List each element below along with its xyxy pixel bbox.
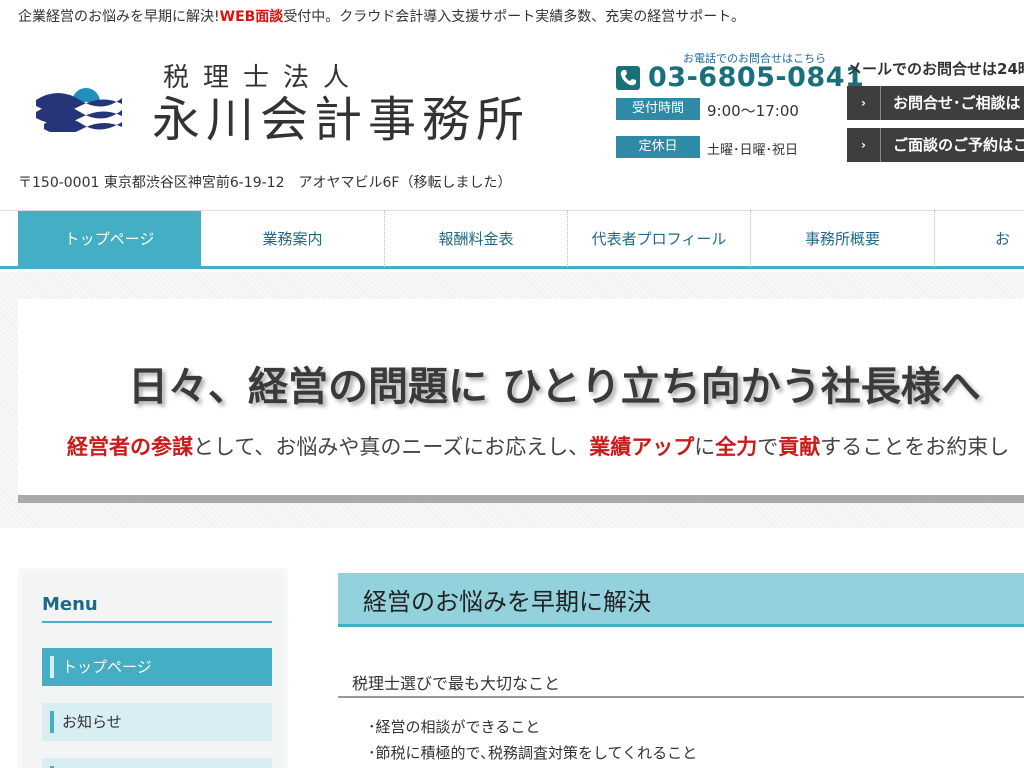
nav-item-services[interactable]: 業務案内 bbox=[201, 211, 385, 267]
sidebar-item-next[interactable] bbox=[42, 758, 272, 768]
announcement-text: 企業経営のお悩みを早期に解決! bbox=[18, 9, 220, 25]
tel-number[interactable]: 03-6805-0841 bbox=[648, 62, 864, 93]
sidebar-item-top[interactable]: トップページ bbox=[42, 648, 272, 686]
sidebar-item-news[interactable]: お知らせ bbox=[42, 703, 272, 741]
announcement-bar: 企業経営のお悩みを早期に解決!WEB面談受付中。クラウド会計導入支援サポート実績… bbox=[18, 6, 745, 26]
hero-sub-text: することをお約束し bbox=[820, 435, 1010, 459]
nav-item-top[interactable]: トップページ bbox=[18, 211, 201, 267]
main-heading-block: 経営のお悩みを早期に解決 bbox=[338, 573, 1024, 627]
sub-heading-block: 税理士選びで最も大切なこと bbox=[338, 668, 1024, 698]
hero-sub-emph: 業績アップ bbox=[589, 434, 695, 459]
global-nav: トップページ 業務案内 報酬料金表 代表者プロフィール 事務所概要 お問 bbox=[0, 210, 1024, 304]
hours-label: 受付時間 bbox=[616, 98, 700, 120]
mail-contact-title: メールでのお問合せは24時 bbox=[847, 60, 1024, 78]
hero-sub-emph: 貢献 bbox=[778, 434, 821, 459]
firm-address: 〒150-0001 東京都渋谷区神宮前6-19-12 アオヤマビル6F（移転しま… bbox=[18, 175, 512, 191]
hero-sub-emph: 経営者の参謀 bbox=[67, 434, 193, 459]
sidebar-title: Menu bbox=[42, 594, 272, 623]
appointment-button-label: ご面談のご予約はこ bbox=[893, 136, 1024, 154]
main-heading: 経営のお悩みを早期に解決 bbox=[363, 588, 651, 616]
holiday-label: 定休日 bbox=[616, 136, 700, 158]
announcement-highlight: WEB面談 bbox=[219, 9, 284, 25]
sub-heading: 税理士選びで最も大切なこと bbox=[352, 674, 561, 693]
list-item: ･経営の相談ができること bbox=[368, 718, 541, 736]
chevron-right-icon: › bbox=[847, 86, 881, 120]
holiday-value: 土曜･日曜･祝日 bbox=[707, 143, 799, 158]
hero-subtitle: 経営者の参謀として、お悩みや真のニーズにお応えし、業績アップに全力で貢献すること… bbox=[67, 431, 1009, 461]
hours-value: 9:00～17:00 bbox=[707, 102, 799, 120]
sidebar-menu: Menu トップページ お知らせ bbox=[18, 568, 288, 768]
phone-icon bbox=[616, 66, 640, 90]
hero-sub-text: として、お悩みや真のニーズにお応えし、 bbox=[193, 435, 590, 459]
nav-item-contact[interactable]: お問 bbox=[935, 211, 1024, 304]
hero-sub-emph: 全力 bbox=[715, 434, 758, 459]
chevron-right-icon: › bbox=[847, 128, 881, 162]
inquiry-button-label: お問合せ･ご相談は bbox=[893, 94, 1021, 112]
firm-logo-icon[interactable] bbox=[34, 74, 124, 132]
firm-type-label: 税理士法人 bbox=[163, 63, 364, 93]
appointment-button[interactable]: › ご面談のご予約はこ bbox=[847, 128, 1024, 162]
hero-sub-text: に bbox=[694, 435, 716, 459]
list-item: ･節税に積極的で､税務調査対策をしてくれること bbox=[368, 744, 698, 762]
nav-item-profile[interactable]: 代表者プロフィール bbox=[568, 211, 751, 267]
hero-sub-text: で bbox=[757, 435, 779, 459]
nav-item-office[interactable]: 事務所概要 bbox=[751, 211, 935, 267]
inquiry-button[interactable]: › お問合せ･ご相談は bbox=[847, 86, 1024, 120]
hero-title: 日々、経営の問題に ひとり立ち向かう社長様へ bbox=[128, 363, 981, 410]
hero-banner: 日々、経営の問題に ひとり立ち向かう社長様へ 経営者の参謀として、お悩みや真のニ… bbox=[18, 299, 1024, 503]
nav-item-fees[interactable]: 報酬料金表 bbox=[385, 211, 568, 267]
announcement-text-tail: 受付中。クラウド会計導入支援サポート実績多数、充実の経営サポート。 bbox=[283, 9, 746, 25]
firm-name[interactable]: 永川会計事務所 bbox=[152, 90, 530, 150]
